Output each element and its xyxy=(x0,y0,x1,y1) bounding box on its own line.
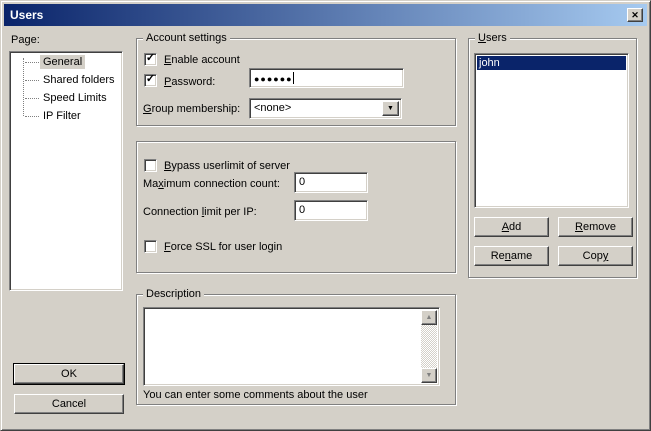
password-checkbox[interactable]: ✓ xyxy=(144,74,157,87)
group-membership-label: Group membership: xyxy=(143,103,240,116)
user-list-item-john[interactable]: john xyxy=(477,56,626,70)
description-textarea[interactable]: ▲ ▼ xyxy=(143,307,440,386)
close-icon[interactable]: ✕ xyxy=(627,8,643,22)
tree-connector xyxy=(25,62,39,63)
account-settings-title: Account settings xyxy=(143,32,230,45)
password-input[interactable]: ●●●●●● xyxy=(249,68,404,88)
add-button[interactable]: Add xyxy=(474,217,549,237)
rename-button[interactable]: Rename xyxy=(474,246,549,266)
page-label: Page: xyxy=(11,34,40,47)
page-item-ip-filter[interactable]: IP Filter xyxy=(12,107,120,125)
window-title: Users xyxy=(8,8,627,22)
bypass-userlimit-label[interactable]: Bypass userlimit of server xyxy=(164,160,290,173)
description-hint: You can enter some comments about the us… xyxy=(143,389,368,402)
scroll-down-icon[interactable]: ▼ xyxy=(421,368,437,383)
users-dialog: Users ✕ Page: General Shared folders Spe… xyxy=(0,0,651,431)
tree-connector xyxy=(25,116,39,117)
remove-button[interactable]: Remove xyxy=(558,217,633,237)
page-item-general[interactable]: General xyxy=(12,53,120,71)
description-scrollbar[interactable]: ▲ ▼ xyxy=(421,310,437,383)
users-title: Users xyxy=(475,32,510,45)
enable-account-checkbox[interactable]: ✓ xyxy=(144,53,157,66)
titlebar[interactable]: Users ✕ xyxy=(4,4,647,26)
ok-button[interactable]: OK xyxy=(14,364,124,384)
ip-limit-label: Connection limit per IP: xyxy=(143,206,257,219)
password-label[interactable]: Password: xyxy=(164,76,215,89)
ip-limit-input[interactable]: 0 xyxy=(294,200,368,221)
page-item-shared-folders[interactable]: Shared folders xyxy=(12,71,120,89)
users-list: john xyxy=(474,53,629,208)
copy-button[interactable]: Copy xyxy=(558,246,633,266)
page-tree: General Shared folders Speed Limits IP F… xyxy=(9,51,123,291)
force-ssl-label[interactable]: Force SSL for user login xyxy=(164,241,282,254)
group-membership-select[interactable]: <none> ▼ xyxy=(249,98,402,119)
force-ssl-checkbox[interactable] xyxy=(144,240,157,253)
max-connection-label: Maximum connection count: xyxy=(143,178,280,191)
bypass-userlimit-checkbox[interactable] xyxy=(144,159,157,172)
scroll-up-icon[interactable]: ▲ xyxy=(421,310,437,325)
tree-connector xyxy=(25,98,39,99)
enable-account-label[interactable]: Enable account xyxy=(164,54,240,67)
description-title: Description xyxy=(143,288,204,301)
max-connection-input[interactable]: 0 xyxy=(294,172,368,193)
page-item-speed-limits[interactable]: Speed Limits xyxy=(12,89,120,107)
cancel-button[interactable]: Cancel xyxy=(14,394,124,414)
chevron-down-icon[interactable]: ▼ xyxy=(382,101,399,116)
tree-connector xyxy=(25,80,39,81)
